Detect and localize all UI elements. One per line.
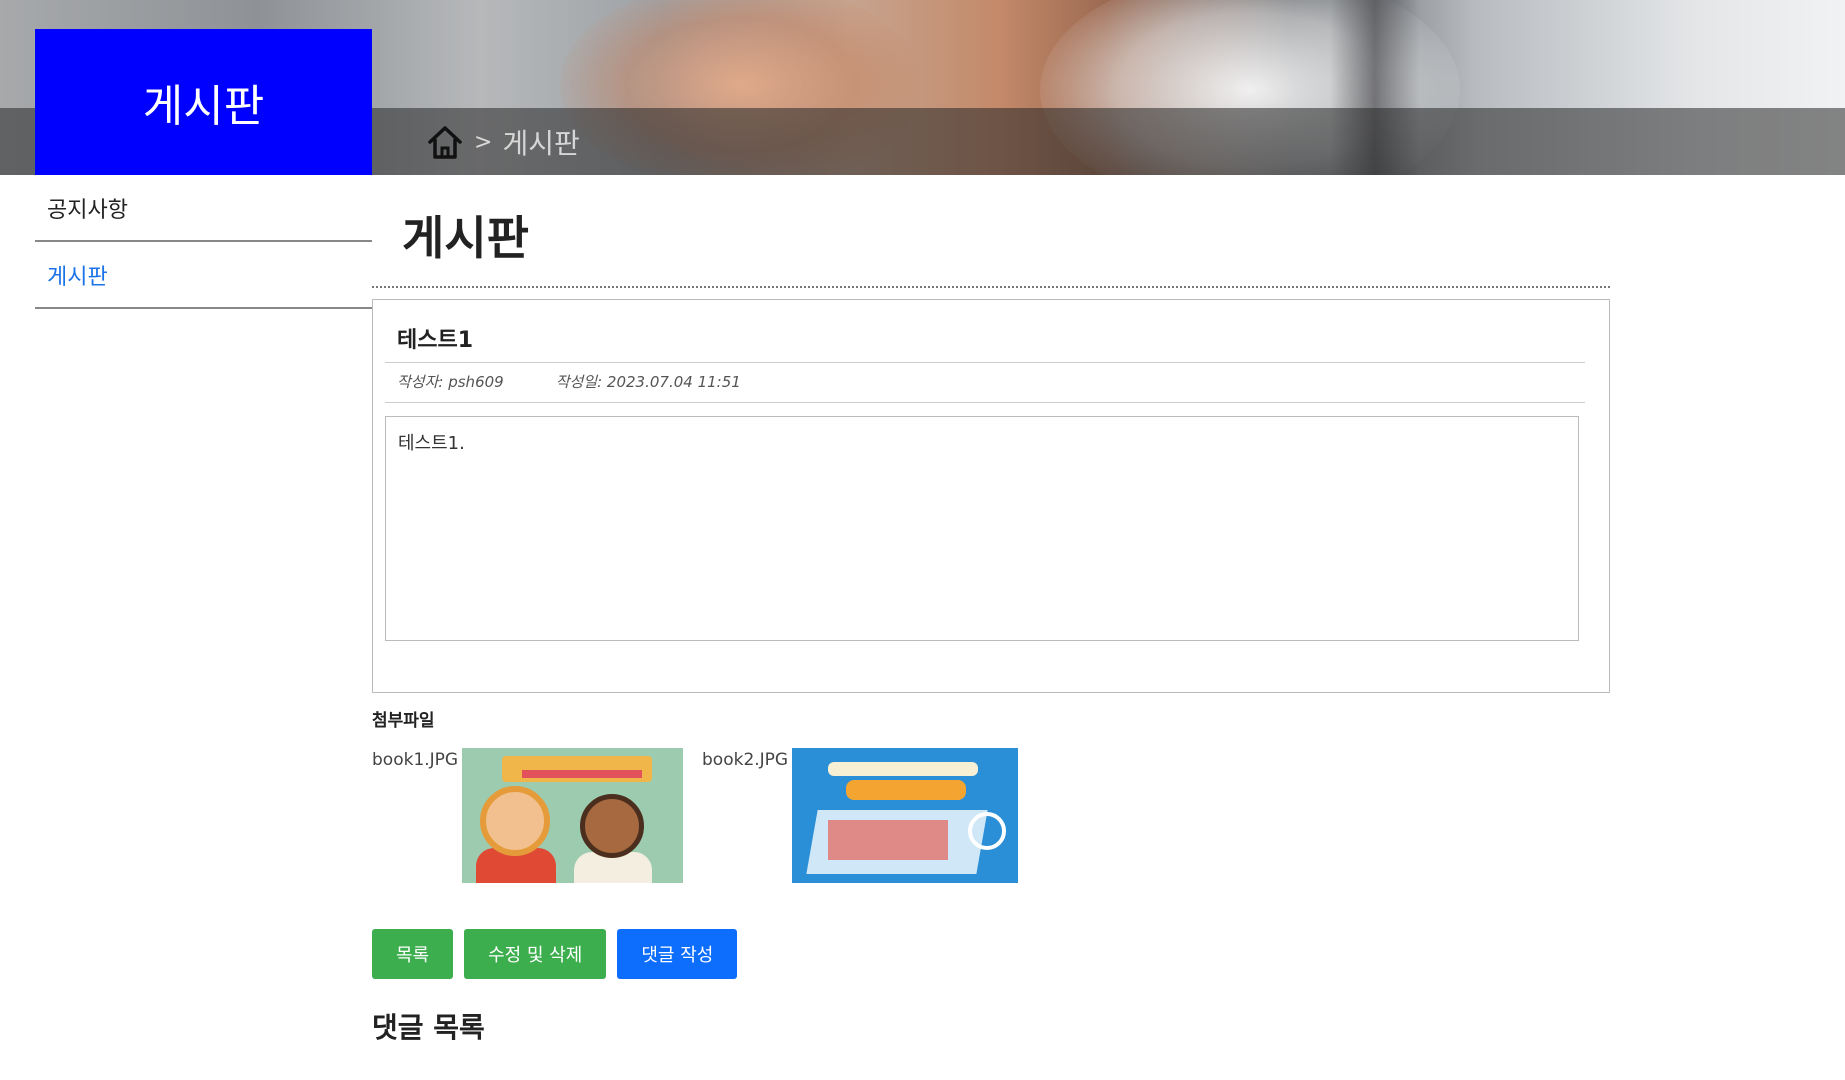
sidebar-item-notice[interactable]: 공지사항 <box>35 175 372 242</box>
sidebar-title: 게시판 <box>142 81 265 132</box>
attachment-item[interactable]: book1.JPG <box>372 748 684 883</box>
sidebar-title-box: 게시판 <box>35 29 372 175</box>
attachment-filename[interactable]: book2.JPG <box>702 748 788 770</box>
attachment-thumbnail[interactable] <box>792 748 1019 883</box>
home-icon[interactable] <box>426 123 464 161</box>
divider <box>372 286 1610 288</box>
sidebar-item-label: 게시판 <box>47 264 108 290</box>
list-button[interactable]: 목록 <box>372 929 454 979</box>
attachment-item[interactable]: book2.JPG <box>702 748 1019 883</box>
sidebar-item-label: 공지사항 <box>47 197 128 223</box>
sidebar-item-board[interactable]: 게시판 <box>35 242 372 309</box>
attachment-filename[interactable]: book1.JPG <box>372 748 458 770</box>
post-author: 작성자: psh609 <box>397 373 504 391</box>
divider <box>385 362 1585 363</box>
sidebar-nav: 공지사항 게시판 <box>35 175 372 309</box>
breadcrumb: > 게시판 <box>426 120 580 164</box>
attachments-label: 첨부파일 <box>372 711 435 731</box>
post-meta: 작성자: psh609 작성일: 2023.07.04 11:51 <box>397 371 741 392</box>
write-comment-button[interactable]: 댓글 작성 <box>617 929 738 979</box>
edit-delete-button[interactable]: 수정 및 삭제 <box>464 929 607 979</box>
post-content: 테스트1. <box>385 416 1579 641</box>
breadcrumb-current[interactable]: 게시판 <box>502 122 579 162</box>
action-buttons: 목록 수정 및 삭제 댓글 작성 <box>372 929 738 979</box>
page-title: 게시판 <box>402 211 529 265</box>
comment-list-heading: 댓글 목록 <box>372 1011 485 1044</box>
post-detail: 테스트1 작성자: psh609 작성일: 2023.07.04 11:51 테… <box>372 299 1610 693</box>
post-title: 테스트1 <box>397 328 474 353</box>
breadcrumb-separator: > <box>474 129 493 155</box>
attachment-thumbnail[interactable] <box>462 748 684 883</box>
divider <box>385 402 1585 403</box>
post-date: 작성일: 2023.07.04 11:51 <box>555 373 741 391</box>
